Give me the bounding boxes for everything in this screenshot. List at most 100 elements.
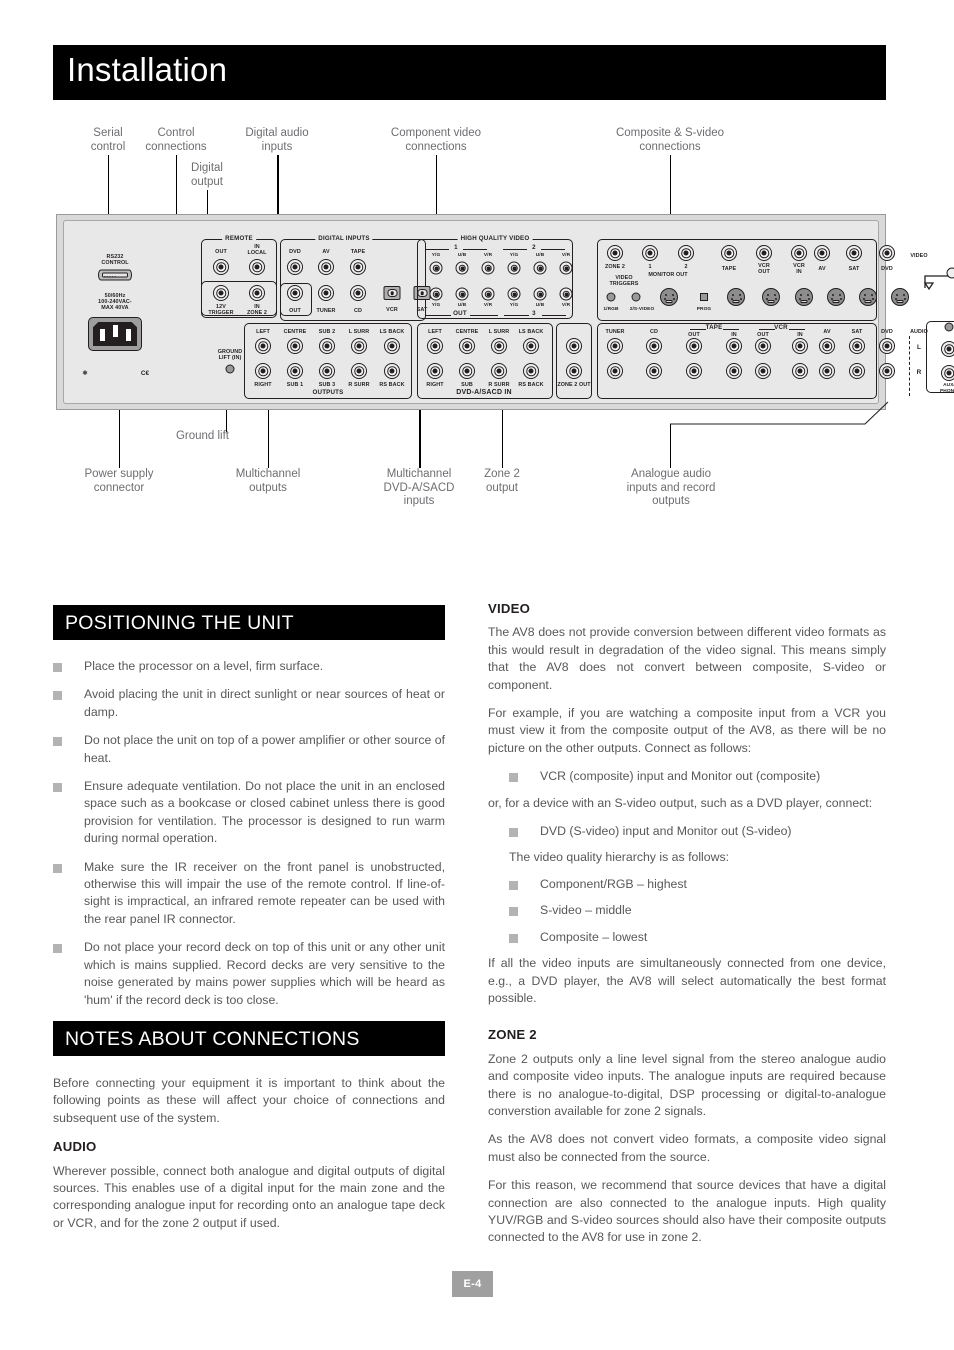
hqv1-vr-in-jack[interactable] <box>481 261 495 275</box>
positioning-bullet-4-text: Ensure adequate ventilation. Do not plac… <box>84 779 445 846</box>
digital-out-jack[interactable] <box>287 285 303 301</box>
video-dvd-jack[interactable] <box>879 245 895 261</box>
hqv2-vr-in-jack[interactable] <box>559 261 573 275</box>
output-lsurr-jack[interactable] <box>351 338 367 354</box>
audio-tape-in-r-jack[interactable] <box>726 363 742 379</box>
output-centre-jack[interactable] <box>287 338 303 354</box>
callout-digital-output: Digital output <box>191 162 223 188</box>
remote-in-zone2-jack[interactable] <box>249 285 265 301</box>
phono-label: AUX/ PHONO <box>939 383 954 394</box>
zone2-paragraph-3: For this reason, we recommend that sourc… <box>488 1178 886 1245</box>
dvd-rsurr-jack[interactable] <box>491 363 507 379</box>
prog-switch[interactable] <box>700 293 708 301</box>
digital-dvd-jack[interactable] <box>287 259 303 275</box>
hqv-out-yg-label: Y/G <box>431 303 441 308</box>
svideo-vcr-in-jack[interactable] <box>795 288 813 306</box>
audio-sat-r-jack[interactable] <box>849 363 865 379</box>
svideo-monitor-out-jack[interactable] <box>660 288 678 306</box>
audio-vcr-in-l-jack[interactable] <box>792 338 808 354</box>
dvd-left-jack[interactable] <box>427 338 443 354</box>
dvd-rsback-jack[interactable] <box>523 363 539 379</box>
hqv2-yg-in-jack[interactable] <box>507 261 521 275</box>
zone2-out-left-jack[interactable] <box>566 338 582 354</box>
svideo-tape-jack[interactable] <box>727 288 745 306</box>
svideo-vcr-out-jack[interactable] <box>762 288 780 306</box>
hqv2-ub-in-jack[interactable] <box>533 261 547 275</box>
output-lsback-jack[interactable] <box>384 338 400 354</box>
positioning-bullet-3: Do not place the unit on top of a power … <box>53 732 445 767</box>
digital-tuner-jack[interactable] <box>318 285 334 301</box>
phono-ground-terminal[interactable] <box>944 322 954 332</box>
hqv1-yg-in-jack[interactable] <box>429 261 443 275</box>
audio-dvd-r-jack[interactable] <box>879 363 895 379</box>
dvd-lsurr-jack[interactable] <box>491 338 507 354</box>
digital-tape-jack[interactable] <box>350 259 366 275</box>
output-sub2-jack[interactable] <box>319 338 335 354</box>
dvd-right-label: RIGHT <box>426 382 444 388</box>
output-right-jack[interactable] <box>255 363 271 379</box>
digital-cd-jack[interactable] <box>350 285 366 301</box>
output-sub3-jack[interactable] <box>319 363 335 379</box>
audio-dvd-l-jack[interactable] <box>879 338 895 354</box>
video-trigger-2-jack[interactable] <box>631 292 641 302</box>
monitor-out-2-jack[interactable] <box>678 245 694 261</box>
dvd-sub-jack[interactable] <box>459 363 475 379</box>
page-title: Installation <box>67 51 228 88</box>
dvd-right-jack[interactable] <box>427 363 443 379</box>
audio-vcr-in-r-jack[interactable] <box>792 363 808 379</box>
output-rsback-jack[interactable] <box>384 363 400 379</box>
optical-vcr-jack[interactable] <box>383 286 401 300</box>
hqv-out-yg-jack[interactable] <box>429 287 443 301</box>
audio-vcr-out-l-jack[interactable] <box>755 338 771 354</box>
video-sat-jack[interactable] <box>846 245 862 261</box>
hqv3-yg-jack[interactable] <box>507 287 521 301</box>
audio-vcr-out-r-jack[interactable] <box>755 363 771 379</box>
hqv1-ub-label: U/B <box>457 253 467 258</box>
audio-tape-out-l-jack[interactable] <box>686 338 702 354</box>
video-paragraph-5: If all the video inputs are simultaneous… <box>488 956 886 1005</box>
trigger-12v-jack[interactable] <box>213 285 229 301</box>
output-left-jack[interactable] <box>255 338 271 354</box>
hierarchy-bullet-3: Composite – lowest <box>488 929 886 946</box>
hqv1-ub-in-jack[interactable] <box>455 261 469 275</box>
dvd-lsback-jack[interactable] <box>523 338 539 354</box>
ground-lift-switch[interactable] <box>225 364 235 374</box>
audio-tuner-l-jack[interactable] <box>607 338 623 354</box>
video-av-jack[interactable] <box>814 245 830 261</box>
output-sub1-jack[interactable] <box>287 363 303 379</box>
hqv-out-ub-jack[interactable] <box>455 287 469 301</box>
output-rsurr-jack[interactable] <box>351 363 367 379</box>
hqv3-vr-jack[interactable] <box>559 287 573 301</box>
audio-cd-r-jack[interactable] <box>646 363 662 379</box>
svideo-sat-jack[interactable] <box>859 288 877 306</box>
audio-sat-l-jack[interactable] <box>849 338 865 354</box>
zone2-out-label: ZONE 2 OUT <box>557 382 591 388</box>
phono-left-jack[interactable] <box>941 341 954 357</box>
dvd-centre-jack[interactable] <box>459 338 475 354</box>
output-sub1-label: SUB 1 <box>286 382 304 388</box>
digital-av-jack[interactable] <box>318 259 334 275</box>
audio-tape-in-l-jack[interactable] <box>726 338 742 354</box>
positioning-the-unit-heading: POSITIONING THE UNIT <box>53 605 445 640</box>
video-tape-jack[interactable] <box>721 245 737 261</box>
video-vcr-in-jack[interactable] <box>791 245 807 261</box>
phono-right-jack[interactable] <box>941 365 954 381</box>
positioning-bullet-5: Make sure the IR receiver on the front p… <box>53 859 445 929</box>
svideo-dvd-jack[interactable] <box>891 288 909 306</box>
audio-cd-l-jack[interactable] <box>646 338 662 354</box>
hqv3-ub-jack[interactable] <box>533 287 547 301</box>
video-trigger-1-jack[interactable] <box>606 292 616 302</box>
audio-av-r-jack[interactable] <box>819 363 835 379</box>
svideo-av-jack[interactable] <box>827 288 845 306</box>
video-vcr-out-jack[interactable] <box>756 245 772 261</box>
zone2-out-right-jack[interactable] <box>566 363 582 379</box>
video-zone2-jack[interactable] <box>607 245 623 261</box>
positioning-bullet-1-text: Place the processor on a level, firm sur… <box>84 659 324 673</box>
monitor-out-1-jack[interactable] <box>642 245 658 261</box>
audio-tape-out-r-jack[interactable] <box>686 363 702 379</box>
audio-av-l-jack[interactable] <box>819 338 835 354</box>
audio-tuner-r-jack[interactable] <box>607 363 623 379</box>
remote-out-jack[interactable] <box>213 259 229 275</box>
hqv-out-vr-jack[interactable] <box>481 287 495 301</box>
remote-in-local-jack[interactable] <box>249 259 265 275</box>
